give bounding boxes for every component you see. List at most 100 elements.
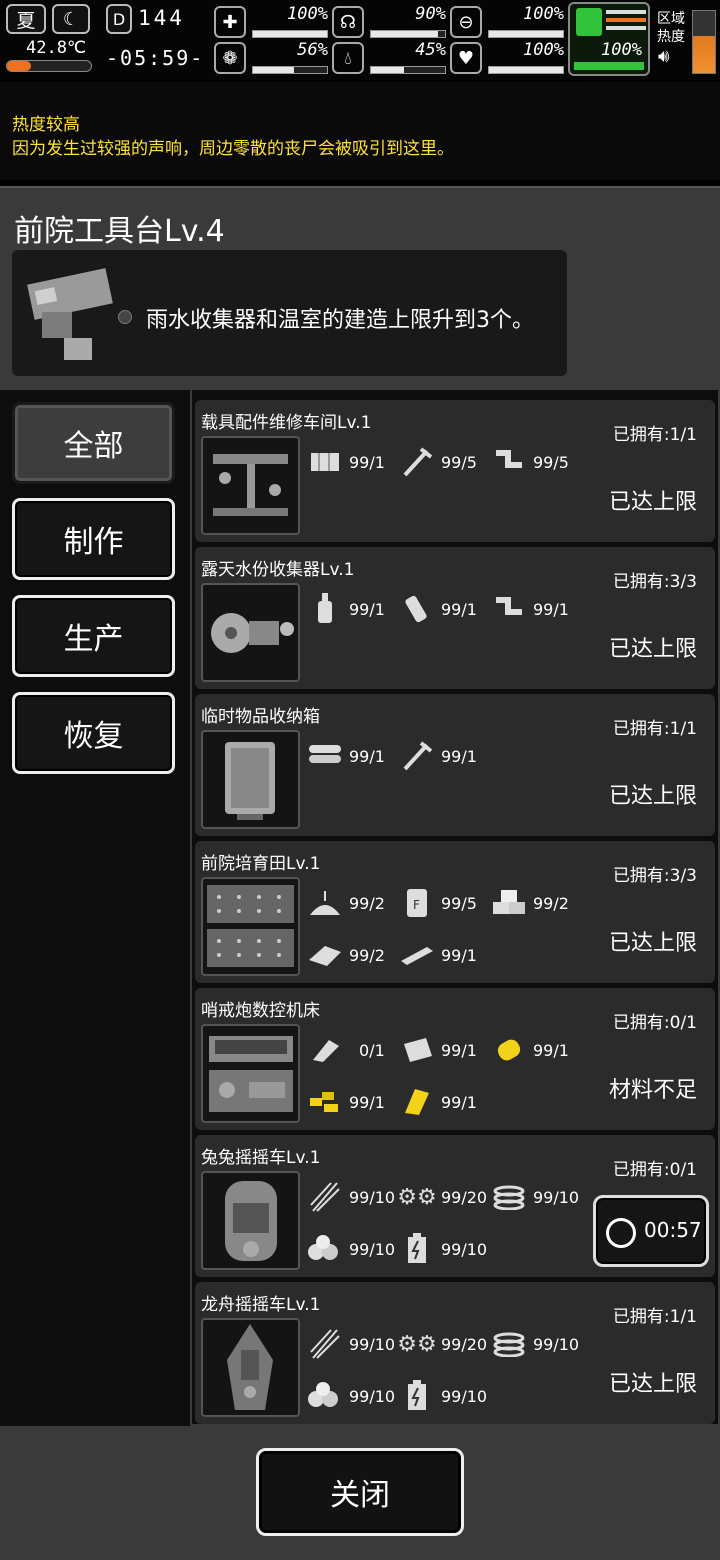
stat-heart: ♥ 100% xyxy=(450,40,568,76)
tab-recover[interactable]: 恢复 xyxy=(12,692,175,774)
material-need: /1 xyxy=(461,945,477,965)
item-name: 龙舟摇摇车Lv.1 xyxy=(201,1295,321,1315)
material-have: 99 xyxy=(441,1386,462,1406)
owned-count: 已拥有:0/1 xyxy=(612,1013,697,1033)
list-item[interactable]: 龙舟摇摇车Lv.1 99/10 ⚙⚙ 99/20 99/10 99/10 99/1… xyxy=(195,1282,715,1424)
list-item[interactable]: 露天水份收集器Lv.1 99/1 99/1 99/1 已拥有:3/3 已达上限 xyxy=(195,547,715,689)
stat-medicine-fill xyxy=(489,31,563,37)
material-need: /5 xyxy=(461,893,477,913)
moon-icon: ☾ xyxy=(52,4,90,34)
owned-count: 已拥有:0/1 xyxy=(612,1160,697,1180)
category-sidebar: 全部 制作 生产 恢复 xyxy=(0,390,190,1426)
list-item[interactable]: 兔兔摇摇车Lv.1 99/10 ⚙⚙ 99/20 99/10 99/10 99/1… xyxy=(195,1135,715,1277)
heat-warning-banner: 热度较高 因为发生过较强的声响，周边零散的丧尸会被吸引到这里。 xyxy=(0,82,720,180)
material-have: 99 xyxy=(441,452,462,472)
day-counter: 144 xyxy=(138,6,185,30)
season-label: 夏 xyxy=(16,9,36,32)
tape-icon xyxy=(397,593,437,625)
material-need: /20 xyxy=(461,1334,488,1354)
material-need: /1 xyxy=(369,1092,385,1112)
status-label: 材料不足 xyxy=(608,1078,697,1103)
material-have: 99 xyxy=(441,1187,462,1207)
owned-count: 已拥有:1/1 xyxy=(612,719,697,739)
material-have: 99 xyxy=(349,893,370,913)
battery-cell-icon xyxy=(397,1380,437,1412)
material-slot: ⚙⚙ 99/20 xyxy=(397,1326,487,1362)
battery-value: 100% xyxy=(601,40,642,60)
owned-count: 已拥有:3/3 xyxy=(612,866,697,886)
tab-craft[interactable]: 制作 xyxy=(12,498,175,580)
material-have: 99 xyxy=(349,452,370,472)
building-list[interactable]: 载具配件维修车间Lv.1 99/1 99/5 99/5 已拥有:1/1 已达上限… xyxy=(192,390,718,1424)
list-item[interactable]: 载具配件维修车间Lv.1 99/1 99/5 99/5 已拥有:1/1 已达上限 xyxy=(195,400,715,542)
material-have: 99 xyxy=(533,599,554,619)
stat-mood-value: 56% xyxy=(297,40,328,60)
wires-icon xyxy=(305,1181,345,1213)
heat-meter xyxy=(692,10,716,74)
list-item[interactable]: 哨戒炮数控机床 0/1 99/1 99/1 99/1 99/1 已拥有:0/1 … xyxy=(195,988,715,1130)
wood-plank-icon xyxy=(305,446,345,478)
spring-icon xyxy=(489,1328,529,1360)
material-slot: 99/10 xyxy=(489,1179,579,1215)
material-have: 99 xyxy=(441,893,462,913)
material-have: 99 xyxy=(349,1092,370,1112)
gears-icon: ⚙⚙ xyxy=(397,1331,437,1357)
material-have: 99 xyxy=(441,1092,462,1112)
material-slot: 99/1 xyxy=(305,1084,385,1120)
spring-icon xyxy=(489,1181,529,1213)
battery-icon xyxy=(576,8,602,36)
close-button[interactable]: 关闭 xyxy=(256,1448,464,1536)
soil-icon xyxy=(305,887,345,919)
heart-icon: ♥ xyxy=(450,42,482,74)
stat-hunger-value: 90% xyxy=(415,4,446,24)
material-need: /1 xyxy=(461,1040,477,1060)
farm-plot-thumb xyxy=(201,877,300,976)
stomach-icon: ☊ xyxy=(332,6,364,38)
water-collector-thumb xyxy=(201,583,300,682)
clock-icon xyxy=(606,1218,636,1248)
material-have: 99 xyxy=(533,1187,554,1207)
speaker-icon[interactable]: 🔊︎ xyxy=(658,46,669,67)
material-have: 99 xyxy=(533,1334,554,1354)
stat-heart-fill xyxy=(489,67,563,73)
material-need: /10 xyxy=(553,1187,580,1207)
paper-icon xyxy=(397,1034,437,1066)
tab-all[interactable]: 全部 xyxy=(12,402,175,484)
battery-cell-icon xyxy=(397,1233,437,1265)
medkit-icon: ✚ xyxy=(214,6,246,38)
dragon-boat-ride-thumb xyxy=(201,1318,300,1417)
list-item[interactable]: 前院培育田Lv.1 99/2 F 99/5 99/2 99/2 99/1 已拥有:… xyxy=(195,841,715,983)
status-label: 已达上限 xyxy=(608,490,697,515)
build-timer-button[interactable]: 00:57 xyxy=(593,1195,709,1267)
yellow-sheet-icon xyxy=(397,1086,437,1118)
warning-title: 热度较高 xyxy=(12,115,80,135)
workbench-icon xyxy=(27,268,113,360)
tab-craft-label: 制作 xyxy=(63,525,124,560)
stones-icon xyxy=(305,1233,345,1265)
material-need: /10 xyxy=(461,1386,488,1406)
list-item[interactable]: 临时物品收纳箱 99/1 99/1 已拥有:1/1 已达上限 xyxy=(195,694,715,836)
temperature-label: 42.8℃ xyxy=(26,38,87,58)
status-label: 已达上限 xyxy=(608,637,697,662)
material-need: /1 xyxy=(461,599,477,619)
material-slot: 99/2 xyxy=(305,937,385,973)
material-need: /1 xyxy=(461,1092,477,1112)
logs-icon xyxy=(305,740,345,772)
material-need: /5 xyxy=(553,452,569,472)
material-have: 99 xyxy=(533,1040,554,1060)
stat-heart-value: 100% xyxy=(523,40,564,60)
material-have: 99 xyxy=(441,1334,462,1354)
material-need: /10 xyxy=(369,1239,396,1259)
stat-thirst-fill xyxy=(371,67,405,73)
material-slot: 99/1 xyxy=(397,937,477,973)
upgrade-info-box: 雨水收集器和温室的建造上限升到3个。 xyxy=(12,250,567,376)
material-slot: 99/1 xyxy=(489,591,569,627)
material-have: 99 xyxy=(533,893,554,913)
tab-produce[interactable]: 生产 xyxy=(12,595,175,677)
material-slot: 99/1 xyxy=(397,1032,477,1068)
stat-thirst-value: 45% xyxy=(415,40,446,60)
material-need: /1 xyxy=(369,1040,385,1060)
material-slot: ⚙⚙ 99/20 xyxy=(397,1179,487,1215)
material-slot: 99/10 xyxy=(397,1231,487,1267)
wires-icon xyxy=(305,1328,345,1360)
